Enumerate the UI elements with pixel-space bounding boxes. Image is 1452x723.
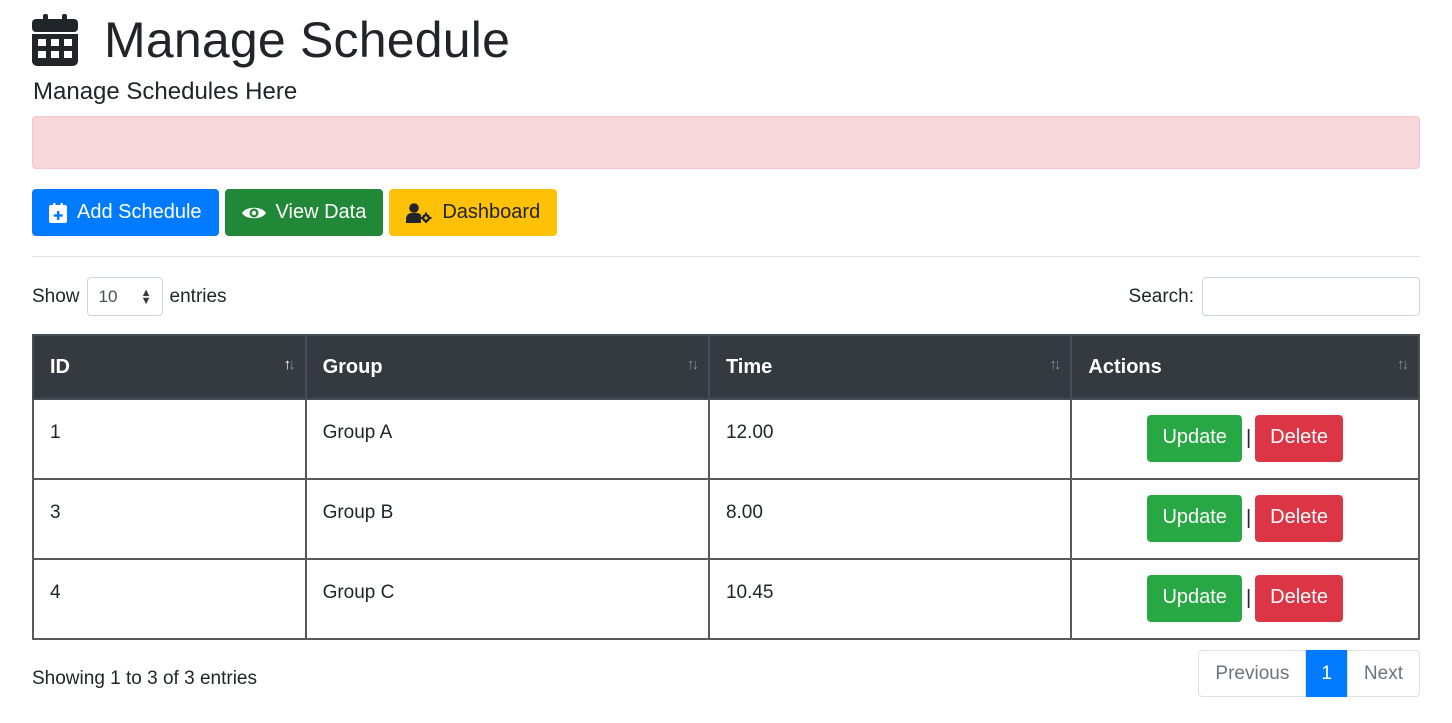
user-cog-icon	[406, 202, 432, 223]
view-data-label: View Data	[275, 201, 367, 223]
calendar-icon	[32, 14, 78, 66]
update-button[interactable]: Update	[1147, 415, 1242, 462]
dashboard-button[interactable]: Dashboard	[389, 189, 558, 236]
action-separator: |	[1245, 507, 1252, 529]
delete-button[interactable]: Delete	[1255, 575, 1343, 622]
dashboard-label: Dashboard	[442, 201, 541, 223]
eye-icon	[241, 207, 266, 218]
entries-label: entries	[169, 285, 227, 307]
column-header-label: Actions	[1088, 355, 1162, 378]
cell-time: 10.45	[707, 558, 1073, 640]
table-row: 1 Group A 12.00 Update | Delete	[32, 398, 1420, 480]
delete-button[interactable]: Delete	[1255, 415, 1343, 462]
sort-icon: ↑↓	[1049, 356, 1061, 373]
update-button[interactable]: Update	[1147, 575, 1242, 622]
table-header-row: ID ↑↓ Group ↑↓ Time ↑↓ Actions ↑↓	[32, 334, 1420, 400]
column-header-label: ID	[50, 355, 70, 378]
cell-actions: Update | Delete	[1070, 398, 1420, 480]
pagination: Previous 1 Next	[1198, 650, 1420, 697]
sort-ascending-icon: ↑↓	[283, 356, 296, 373]
page: Manage Schedule Manage Schedules Here Ad…	[0, 0, 1452, 723]
column-header-time[interactable]: Time ↑↓	[707, 334, 1073, 400]
cell-actions: Update | Delete	[1070, 558, 1420, 640]
column-header-label: Group	[322, 355, 383, 378]
update-button[interactable]: Update	[1147, 495, 1242, 542]
entries-length-value: 10	[98, 286, 118, 306]
action-separator: |	[1245, 587, 1252, 609]
cell-time: 8.00	[707, 478, 1073, 560]
column-header-actions[interactable]: Actions ↑↓	[1070, 334, 1420, 400]
next-page-button[interactable]: Next	[1346, 650, 1420, 697]
column-header-group[interactable]: Group ↑↓	[304, 334, 710, 400]
cell-group: Group C	[304, 558, 710, 640]
search-input[interactable]	[1202, 277, 1420, 316]
cell-time: 12.00	[707, 398, 1073, 480]
divider	[32, 256, 1420, 257]
page-1-button[interactable]: 1	[1306, 650, 1347, 697]
page-subtitle: Manage Schedules Here	[33, 78, 298, 105]
view-data-button[interactable]: View Data	[224, 189, 384, 236]
column-header-label: Time	[725, 355, 773, 378]
search-label: Search:	[1128, 285, 1194, 307]
column-header-id[interactable]: ID ↑↓	[32, 334, 307, 400]
show-label: Show	[32, 285, 80, 307]
entries-length-select[interactable]: 10 ▲ ▼	[86, 277, 163, 316]
cell-group: Group A	[304, 398, 710, 480]
previous-page-button[interactable]: Previous	[1198, 650, 1307, 697]
select-arrows-icon: ▲ ▼	[140, 286, 152, 307]
table-row: 3 Group B 8.00 Update | Delete	[32, 478, 1420, 560]
toolbar: Add Schedule View Data Dashboard	[32, 189, 558, 236]
delete-button[interactable]: Delete	[1255, 495, 1343, 542]
search-control: Search:	[1129, 277, 1420, 316]
sort-icon: ↑↓	[686, 356, 699, 373]
calendar-plus-icon	[49, 202, 67, 223]
page-header: Manage Schedule	[32, 10, 510, 70]
page-title: Manage Schedule	[104, 12, 511, 68]
action-separator: |	[1245, 427, 1252, 449]
add-schedule-label: Add Schedule	[77, 201, 202, 223]
cell-actions: Update | Delete	[1070, 478, 1420, 560]
sort-icon: ↑↓	[1397, 356, 1409, 373]
cell-id: 3	[32, 478, 307, 560]
table-info: Showing 1 to 3 of 3 entries	[32, 668, 257, 689]
schedule-table: ID ↑↓ Group ↑↓ Time ↑↓ Actions ↑↓ 1 Grou…	[32, 334, 1420, 640]
alert-box	[32, 116, 1420, 169]
cell-id: 1	[32, 398, 307, 480]
add-schedule-button[interactable]: Add Schedule	[32, 189, 219, 236]
cell-id: 4	[32, 558, 307, 640]
cell-group: Group B	[304, 478, 710, 560]
entries-length-control: Show 10 ▲ ▼ entries	[32, 277, 227, 316]
table-row: 4 Group C 10.45 Update | Delete	[32, 558, 1420, 640]
